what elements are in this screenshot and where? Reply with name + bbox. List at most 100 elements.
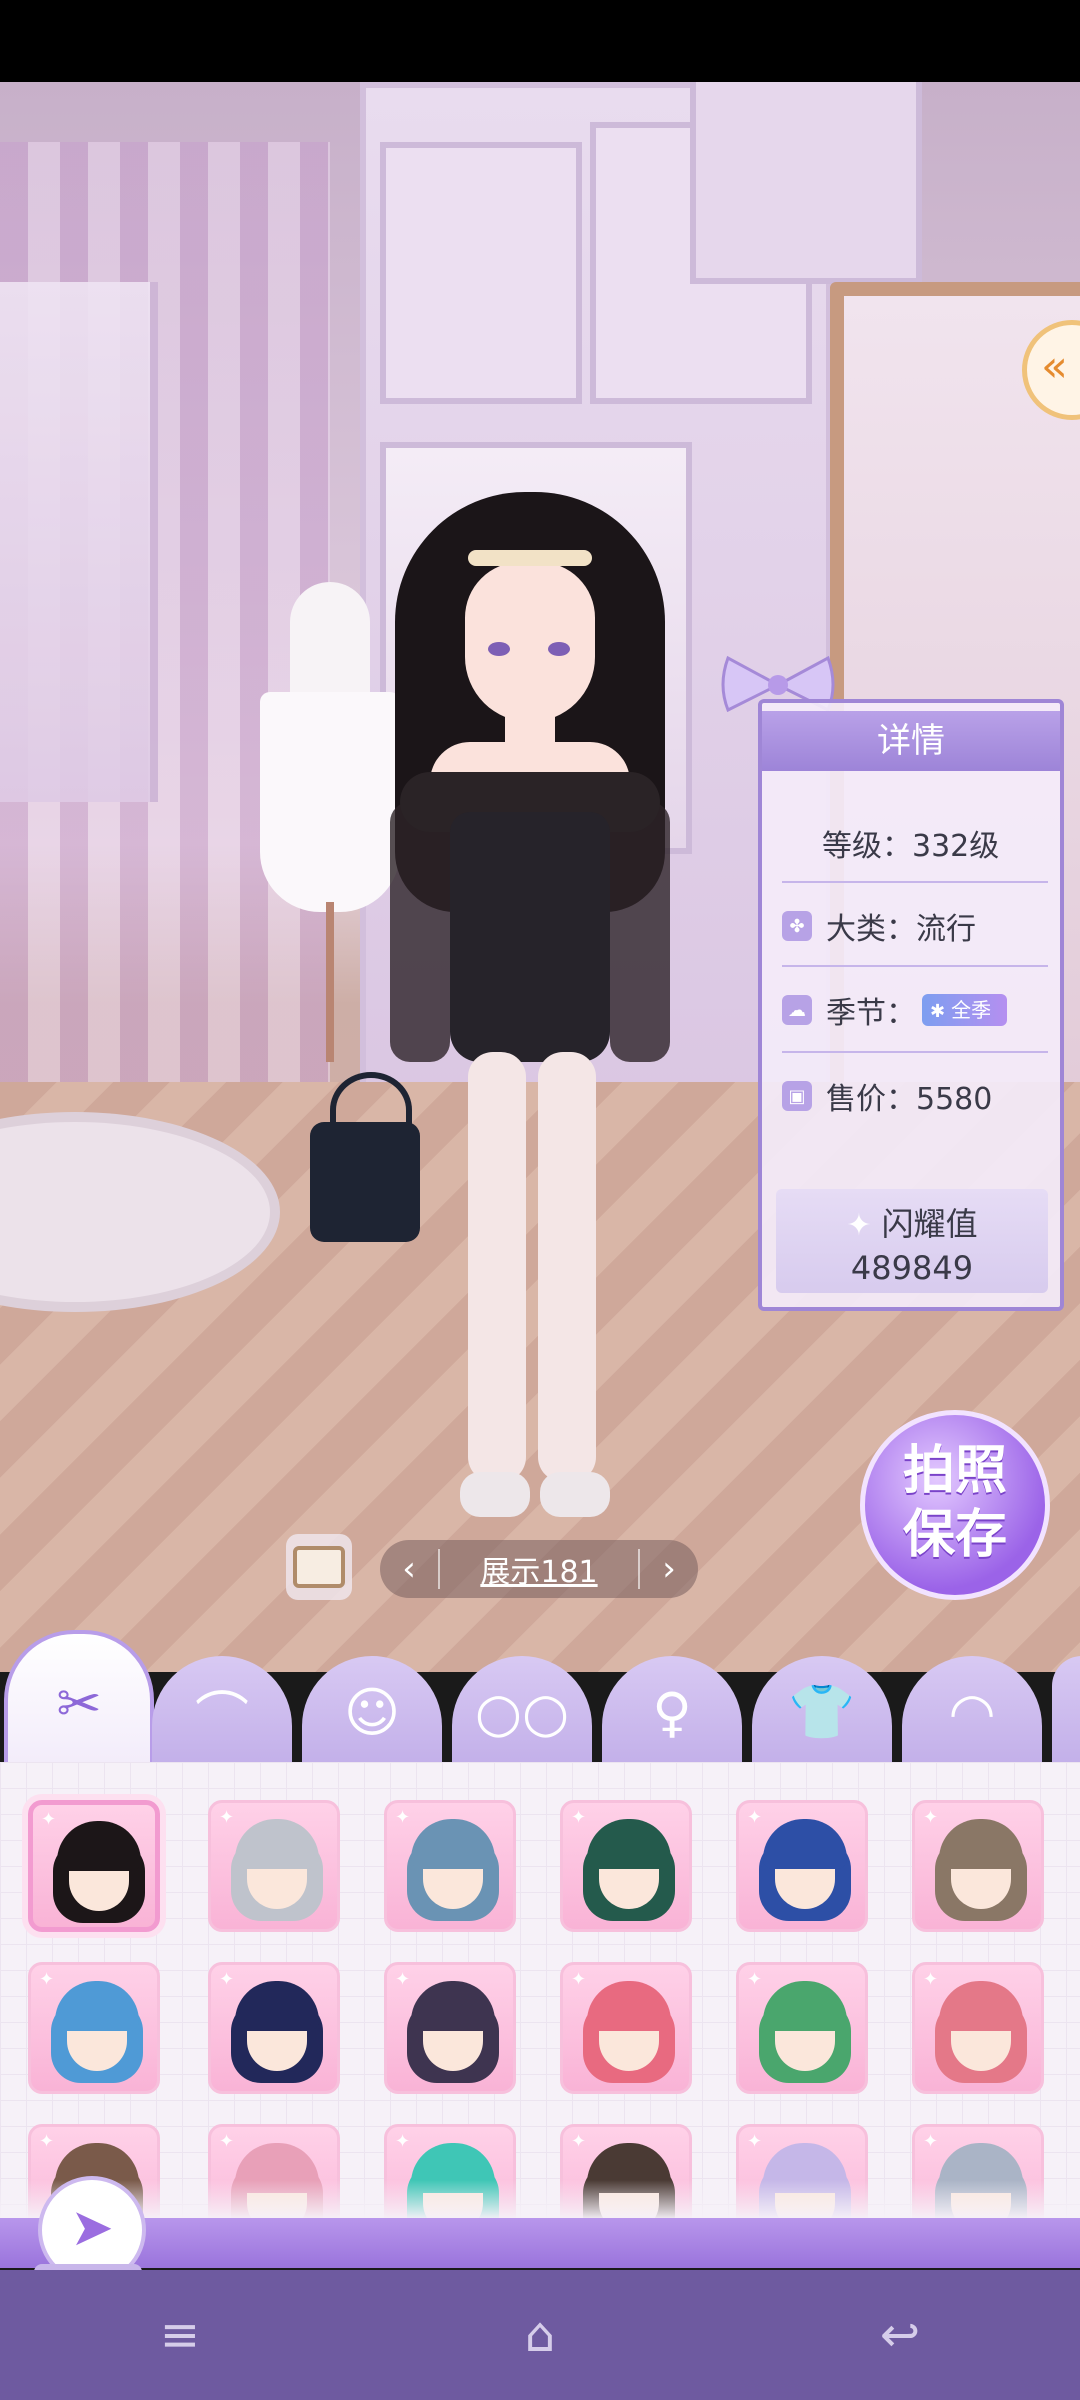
- sparkle-icon: ✦: [395, 1807, 411, 1828]
- back-nav-icon[interactable]: ↩: [855, 2290, 945, 2380]
- next-outfit-button[interactable]: ›: [640, 1549, 698, 1589]
- shine-value-box: ✦ 闪耀值 489849: [776, 1189, 1048, 1293]
- season-row: ☁ 季节： ✱ 全季: [782, 980, 1048, 1040]
- handbag: [310, 1122, 420, 1242]
- price-text: 售价：5580: [826, 1082, 993, 1117]
- wardrobe-door: [690, 82, 922, 284]
- category-row: ✤ 大类：流行: [782, 896, 1048, 956]
- tab-face[interactable]: ☺: [302, 1656, 442, 1768]
- tab-hat[interactable]: ⌒: [152, 1656, 292, 1768]
- sparkle-icon: ✦: [747, 1807, 763, 1828]
- hair-item-card[interactable]: ✦: [912, 1800, 1044, 1932]
- hair-fringe: [411, 1819, 495, 1869]
- shirt-icon: 👕: [788, 1680, 856, 1743]
- wardrobe-door: [380, 142, 582, 404]
- outfit-label[interactable]: 展示181: [440, 1547, 638, 1591]
- hair-fringe: [411, 1981, 495, 2031]
- tab-dress[interactable]: ♀: [602, 1656, 742, 1768]
- sparkle-icon: ✦: [923, 2131, 939, 2152]
- level-text: 等级：332级: [822, 829, 1000, 864]
- sparkle-icon: ✦: [395, 2131, 411, 2152]
- tab-hair[interactable]: ✂: [4, 1630, 154, 1772]
- character-avatar: [310, 492, 700, 1602]
- sparkle-icon: ✦: [747, 2131, 763, 2152]
- sparkle-icon: ✦: [747, 1969, 763, 1990]
- double-chevron-left-icon: «: [1041, 341, 1068, 392]
- sparkle-icon: ✦: [39, 1969, 55, 1990]
- shine-value: 489849: [850, 1249, 974, 1287]
- hair-fringe: [939, 1981, 1023, 2031]
- hair-fringe: [763, 1981, 847, 2031]
- prev-outfit-button[interactable]: ‹: [380, 1549, 438, 1589]
- sparkle-icon: ✦: [571, 1969, 587, 1990]
- season-badge: ✱ 全季: [922, 994, 1008, 1026]
- hair-item-card[interactable]: ✦: [736, 1962, 868, 2094]
- dress-icon: ♀: [652, 1680, 692, 1744]
- sparkle-icon: ✦: [395, 1969, 411, 1990]
- category-tabs: ✂ ⌒ ☺ ○○ ♀ 👕 ◠: [0, 1630, 1080, 1772]
- shine-label: 闪耀值: [881, 1205, 978, 1243]
- gallery-button[interactable]: [286, 1534, 352, 1600]
- sparkle-icon: ✦: [219, 2131, 235, 2152]
- system-nav-bar: ≡ ⌂ ↩: [0, 2270, 1080, 2400]
- cloud-icon: ☁: [782, 995, 812, 1025]
- photo-save-button[interactable]: 拍照 保存: [860, 1410, 1050, 1600]
- sparkle-icon: ✦: [571, 1807, 587, 1828]
- face-icon: ☺: [343, 1680, 401, 1744]
- headband: [468, 550, 592, 566]
- picture-icon: [293, 1546, 345, 1588]
- sparkle-icon: ✦: [923, 1807, 939, 1828]
- hair-fringe: [57, 1821, 141, 1871]
- home-icon[interactable]: ⌂: [495, 2290, 585, 2380]
- hair-item-card[interactable]: ✦: [384, 1962, 516, 2094]
- details-title: 详情: [762, 711, 1060, 771]
- clover-icon: ✤: [782, 911, 812, 941]
- outfit-pager: ‹ 展示181 ›: [380, 1540, 698, 1598]
- sparkle-icon: ✦: [39, 2131, 55, 2152]
- price-row: ▣ 售价：5580: [782, 1066, 1048, 1126]
- scissors-icon: ✂: [56, 1671, 102, 1735]
- hair-item-card[interactable]: ✦: [28, 1800, 160, 1932]
- character-face: [465, 562, 595, 722]
- bottom-band: [0, 2218, 1080, 2268]
- sparkle-icon: ✦: [219, 1969, 235, 1990]
- tab-top[interactable]: 👕: [752, 1656, 892, 1768]
- hair-item-card[interactable]: ✦: [28, 1962, 160, 2094]
- black-dress: [450, 812, 610, 1062]
- level-row: 等级：332级: [782, 813, 1080, 873]
- earrings-icon: ○○: [474, 1680, 570, 1744]
- hair-fringe: [235, 1981, 319, 2031]
- tab-more[interactable]: [1052, 1656, 1080, 1768]
- hair-item-card[interactable]: ✦: [384, 1800, 516, 1932]
- sparkle-icon: ✦: [219, 1807, 235, 1828]
- tab-earrings[interactable]: ○○: [452, 1656, 592, 1768]
- hair-item-card[interactable]: ✦: [560, 1800, 692, 1932]
- hair-item-card[interactable]: ✦: [912, 1962, 1044, 2094]
- category-text: 大类：流行: [826, 912, 976, 947]
- season-label: 季节：: [826, 996, 916, 1031]
- sparkle-icon: ✦: [923, 1969, 939, 1990]
- hair-fringe: [235, 1819, 319, 1869]
- skirt-icon: ◠: [948, 1680, 996, 1744]
- snowflake-icon: ✱: [930, 1001, 946, 1022]
- hair-fringe: [587, 1981, 671, 2031]
- menu-icon[interactable]: ≡: [135, 2290, 225, 2380]
- status-bar: [0, 0, 1080, 82]
- hair-items-grid: ✦ ✦ ✦ ✦ ✦ ✦ ✦ ✦ ✦ ✦ ✦ ✦ ✦ ✦ ✦ ✦ ✦ ✦: [0, 1762, 1080, 2222]
- hair-item-card[interactable]: ✦: [208, 1962, 340, 2094]
- tab-skirt[interactable]: ◠: [902, 1656, 1042, 1768]
- hat-icon: ⌒: [195, 1685, 249, 1749]
- hair-item-card[interactable]: ✦: [560, 1962, 692, 2094]
- window: [0, 282, 158, 802]
- hair-fringe: [939, 1819, 1023, 1869]
- sparkle-icon: ✦: [571, 2131, 587, 2152]
- hair-fringe: [55, 1981, 139, 2031]
- price-tag-icon: ▣: [782, 1081, 812, 1111]
- hair-fringe: [587, 1819, 671, 1869]
- hair-fringe: [763, 1819, 847, 1869]
- hair-item-card[interactable]: ✦: [736, 1800, 868, 1932]
- hair-item-card[interactable]: ✦: [208, 1800, 340, 1932]
- sparkle-icon: ✦: [41, 1809, 57, 1830]
- sparkle-icon: ✦: [846, 1208, 872, 1243]
- details-panel: 详情 等级：332级 ✤ 大类：流行 ☁ 季节： ✱ 全季 ▣ 售价：5580 ✦…: [758, 699, 1064, 1311]
